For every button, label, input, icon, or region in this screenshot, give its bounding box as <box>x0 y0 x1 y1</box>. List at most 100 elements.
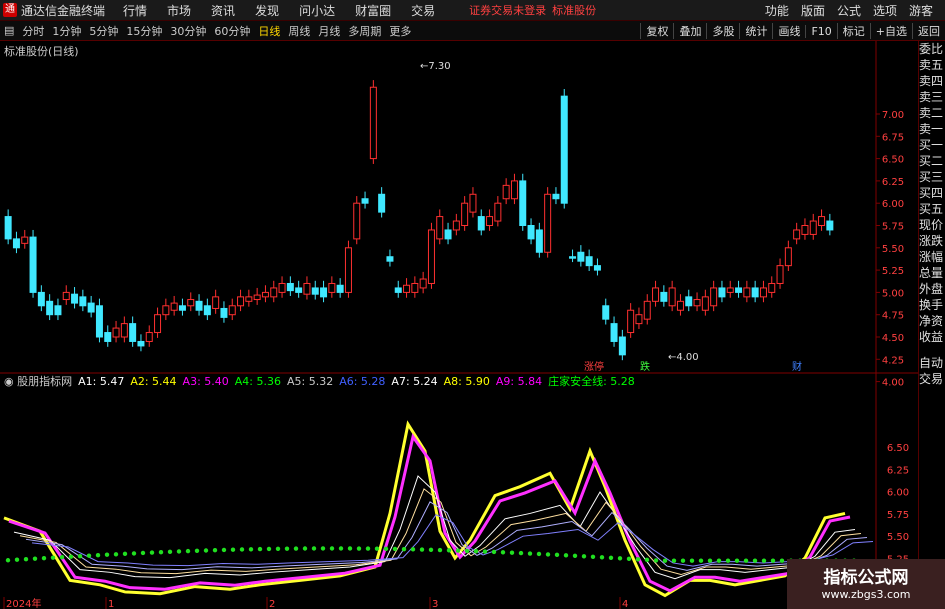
sidebar-item-14[interactable]: 总量 <box>919 265 945 281</box>
chart-tool-4[interactable]: 画线 <box>772 23 805 39</box>
period-0[interactable]: 分时 <box>22 23 44 39</box>
period-8[interactable]: 月线 <box>318 23 340 39</box>
safety-dot <box>302 546 308 551</box>
tool-0[interactable]: 功能 <box>765 2 789 19</box>
sidebar-item-11[interactable]: 现价 <box>919 217 945 233</box>
date-label: 1 <box>108 599 114 609</box>
period-4[interactable]: 30分钟 <box>170 23 206 39</box>
candle-body <box>187 299 195 307</box>
safety-dot <box>356 546 362 551</box>
candle-body <box>519 180 527 226</box>
safety-dot <box>752 558 758 563</box>
safety-dot <box>635 557 641 562</box>
candle-body <box>627 309 635 334</box>
sidebar-item-0[interactable]: 委比 <box>919 41 945 57</box>
price-tick: 6.50 <box>882 155 904 166</box>
safety-dot <box>329 546 335 551</box>
sidebar-item-3[interactable]: 卖三 <box>919 89 945 105</box>
candle-body <box>245 296 253 302</box>
sidebar-item-12[interactable]: 涨跌 <box>919 233 945 249</box>
tool-3[interactable]: 选项 <box>873 2 897 19</box>
watermark-url: www.zbgs3.com <box>821 588 911 601</box>
chart-tool-1[interactable]: 叠加 <box>673 23 706 39</box>
ma-line <box>13 475 856 580</box>
kline-chart[interactable]: 7.00 6.75 6.50 6.25 6.00 5.75 5.50 5.25 5.00 4.75… <box>0 41 918 609</box>
period-9[interactable]: 多周期 <box>348 23 381 39</box>
candle-body <box>71 293 79 304</box>
chart-tool-8[interactable]: 返回 <box>912 23 945 39</box>
sidebar-item-18[interactable]: 收益 <box>919 329 945 345</box>
safety-dot <box>203 548 209 553</box>
candle-body <box>635 314 643 325</box>
period-3[interactable]: 15分钟 <box>126 23 162 39</box>
menu-item-0[interactable]: 行情 <box>123 4 147 18</box>
app-logo-icon: 通 <box>3 3 17 17</box>
candle-body <box>552 193 560 200</box>
menu-item-6[interactable]: 交易 <box>411 4 435 18</box>
candle-body <box>527 225 535 240</box>
date-label: 2 <box>269 599 275 609</box>
candle-body <box>203 305 211 316</box>
price-tick: 5.25 <box>882 266 904 277</box>
menu-item-4[interactable]: 问小达 <box>299 4 335 18</box>
safety-dot <box>212 548 218 553</box>
sidebar-item-15[interactable]: 外盘 <box>919 281 945 297</box>
safety-dot <box>437 547 443 553</box>
price-tick: 4.50 <box>882 333 904 344</box>
candle-body <box>809 220 817 235</box>
safety-dot <box>122 551 128 557</box>
chart-tool-0[interactable]: 复权 <box>640 23 673 39</box>
safety-dot <box>698 558 704 563</box>
sidebar-item-13[interactable]: 涨幅 <box>919 249 945 265</box>
menu-item-2[interactable]: 资讯 <box>211 4 235 18</box>
period-5[interactable]: 60分钟 <box>214 23 250 39</box>
safety-dot <box>158 549 164 555</box>
candle-body <box>37 291 45 307</box>
tool-1[interactable]: 版面 <box>801 2 825 19</box>
menu-item-1[interactable]: 市场 <box>167 4 191 18</box>
sidebar-item-4[interactable]: 卖二 <box>919 105 945 121</box>
sidebar-item-2[interactable]: 卖四 <box>919 73 945 89</box>
chart-tool-2[interactable]: 多股 <box>706 23 739 39</box>
sidebar-item-5[interactable]: 卖一 <box>919 121 945 137</box>
sidebar-item-7[interactable]: 买二 <box>919 153 945 169</box>
date-label: 2024年 <box>6 597 41 609</box>
chart-tool-7[interactable]: +自选 <box>869 23 912 39</box>
menu-item-5[interactable]: 财富圈 <box>355 4 391 18</box>
candle-body <box>286 282 294 292</box>
sidebar-item-19[interactable]: 自动 <box>919 355 945 371</box>
candle-body <box>793 229 801 240</box>
candle-body <box>21 236 29 244</box>
price-tick: 4.75 <box>882 311 904 322</box>
sidebar-item-16[interactable]: 换手 <box>919 297 945 313</box>
candle-body <box>776 265 784 284</box>
chart-tool-5[interactable]: F10 <box>805 24 836 38</box>
candle-body <box>701 296 709 311</box>
sidebar-item-9[interactable]: 买四 <box>919 185 945 201</box>
safety-dot <box>716 558 722 563</box>
sidebar-item-6[interactable]: 买一 <box>919 137 945 153</box>
period-2[interactable]: 5分钟 <box>89 23 118 39</box>
candle-body <box>162 305 170 316</box>
sidebar-item-20[interactable]: 交易 <box>919 371 945 387</box>
menu-item-3[interactable]: 发现 <box>255 4 279 18</box>
sidebar-item-17[interactable]: 净资 <box>919 313 945 329</box>
sidebar-item-1[interactable]: 卖五 <box>919 57 945 73</box>
candle-body <box>486 216 494 227</box>
tool-2[interactable]: 公式 <box>837 2 861 19</box>
chart-tool-6[interactable]: 标记 <box>836 23 870 39</box>
trade-status[interactable]: 证券交易未登录 <box>469 2 546 18</box>
sidebar-item-8[interactable]: 买三 <box>919 169 945 185</box>
chart-tool-3[interactable]: 统计 <box>739 23 772 39</box>
period-7[interactable]: 周线 <box>288 23 310 39</box>
period-6[interactable]: 日线 <box>258 23 280 39</box>
candle-body <box>361 198 369 204</box>
user-label[interactable]: 游客 <box>909 2 933 19</box>
period-10[interactable]: 更多 <box>389 23 411 39</box>
safety-dot <box>284 546 290 551</box>
safety-dot <box>257 546 263 552</box>
sidebar-item-10[interactable]: 买五 <box>919 201 945 217</box>
safety-dot <box>41 555 47 561</box>
period-1[interactable]: 1分钟 <box>52 23 81 39</box>
date-label: 3 <box>432 599 438 609</box>
